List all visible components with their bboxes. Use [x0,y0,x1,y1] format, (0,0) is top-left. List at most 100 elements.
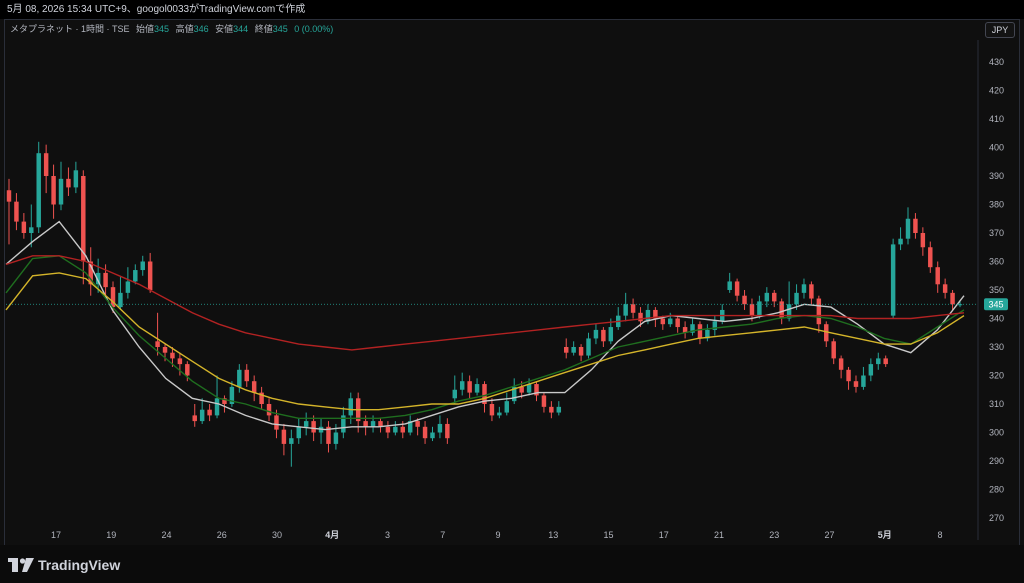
y-tick-label: 370 [989,228,1004,238]
candle-body [861,375,866,387]
close-label: 終値 [254,24,273,34]
candle-body [58,178,64,205]
candle-body [593,329,599,339]
candle-body [422,426,428,439]
candle-body [430,432,435,439]
open-value: 345 [154,24,170,34]
candle-body [311,421,316,433]
candle-body [214,398,220,416]
candle-body [459,381,465,390]
x-tick-label: 17 [659,530,669,540]
candle-body [638,312,643,322]
y-tick-label: 340 [989,314,1004,324]
candle-body [348,398,353,416]
x-tick-label: 9 [495,530,500,540]
candle-body [192,415,197,422]
y-tick-label: 270 [989,513,1004,523]
candle-body [437,423,443,433]
candle-body [296,426,301,439]
candle-body [244,369,249,382]
candle-body [415,421,420,427]
candle-body [563,347,569,353]
x-tick-label: 27 [824,530,834,540]
candle-body [497,412,502,416]
candle-body [162,347,168,353]
candle-body [133,270,138,282]
tradingview-logo-icon [8,558,34,572]
candle-body [668,318,673,325]
candle-body [853,381,859,387]
candle-body [303,421,309,427]
candle-body [393,426,398,433]
last-price-tag-label: 345 [988,299,1003,309]
candle-body [601,329,606,342]
candle-body [36,153,41,228]
candle-body [898,238,903,245]
x-tick-label: 4月 [325,530,339,540]
currency-button[interactable]: JPY [985,22,1015,38]
candle-body [749,304,755,316]
candle-body [801,284,807,293]
candle-body [370,421,376,427]
candle-body [474,384,480,393]
x-tick-label: 3 [385,530,390,540]
change-value: 0 (0.00%) [294,24,334,34]
candle-body [66,178,71,188]
candle-body [43,153,49,176]
candle-body [876,358,881,365]
candle-body [905,218,911,239]
y-tick-label: 390 [989,171,1004,181]
x-tick-label: 7 [440,530,445,540]
x-tick-label: 26 [217,530,227,540]
candle-body [757,301,762,316]
candle-body [489,404,495,416]
candle-body [333,432,339,444]
candle-body [942,284,948,293]
candle-body [452,389,458,399]
candle-body [764,292,770,302]
candle-body [385,426,391,433]
price-chart[interactable]: 2702802903003103203303403503603703803904… [0,0,1024,583]
candle-body [14,201,19,222]
candle-body [608,327,614,342]
candle-body [623,304,628,316]
candle-body [207,409,212,416]
candle-body [29,227,34,233]
candle-body [950,292,955,305]
candle-body [846,369,851,382]
candle-body [281,429,287,444]
candle-body [237,369,242,387]
candle-body [289,438,294,444]
candle-body [274,415,279,430]
close-value: 345 [272,24,288,34]
x-tick-label: 19 [106,530,116,540]
candle-body [549,406,554,413]
candle-body [400,426,406,433]
y-tick-label: 280 [989,485,1004,495]
footer-bar [0,545,1024,583]
symbol-name: メタプラネット · 1時間 · TSE [10,24,130,34]
x-tick-label: 17 [51,530,61,540]
y-tick-label: 400 [989,143,1004,153]
y-tick-label: 360 [989,257,1004,267]
candle-body [734,281,740,296]
candle-body [147,261,153,290]
candle-body [586,338,591,356]
candle-body [266,404,272,416]
candle-body [838,358,844,370]
candle-body [809,284,814,299]
candle-body [928,247,933,268]
candle-body [920,233,926,248]
candle-body [199,409,205,422]
y-tick-label: 330 [989,342,1004,352]
y-tick-label: 320 [989,371,1004,381]
y-tick-label: 430 [989,57,1004,67]
y-tick-label: 310 [989,399,1004,409]
candle-body [571,347,576,353]
candle-body [794,292,799,305]
candle-body [913,218,918,233]
symbol-legend: メタプラネット · 1時間 · TSE 始値345 高値346 安値344 終値… [10,23,333,35]
tradingview-logo[interactable]: TradingView [8,556,120,574]
candle-body [541,395,547,407]
candle-body [831,341,836,359]
